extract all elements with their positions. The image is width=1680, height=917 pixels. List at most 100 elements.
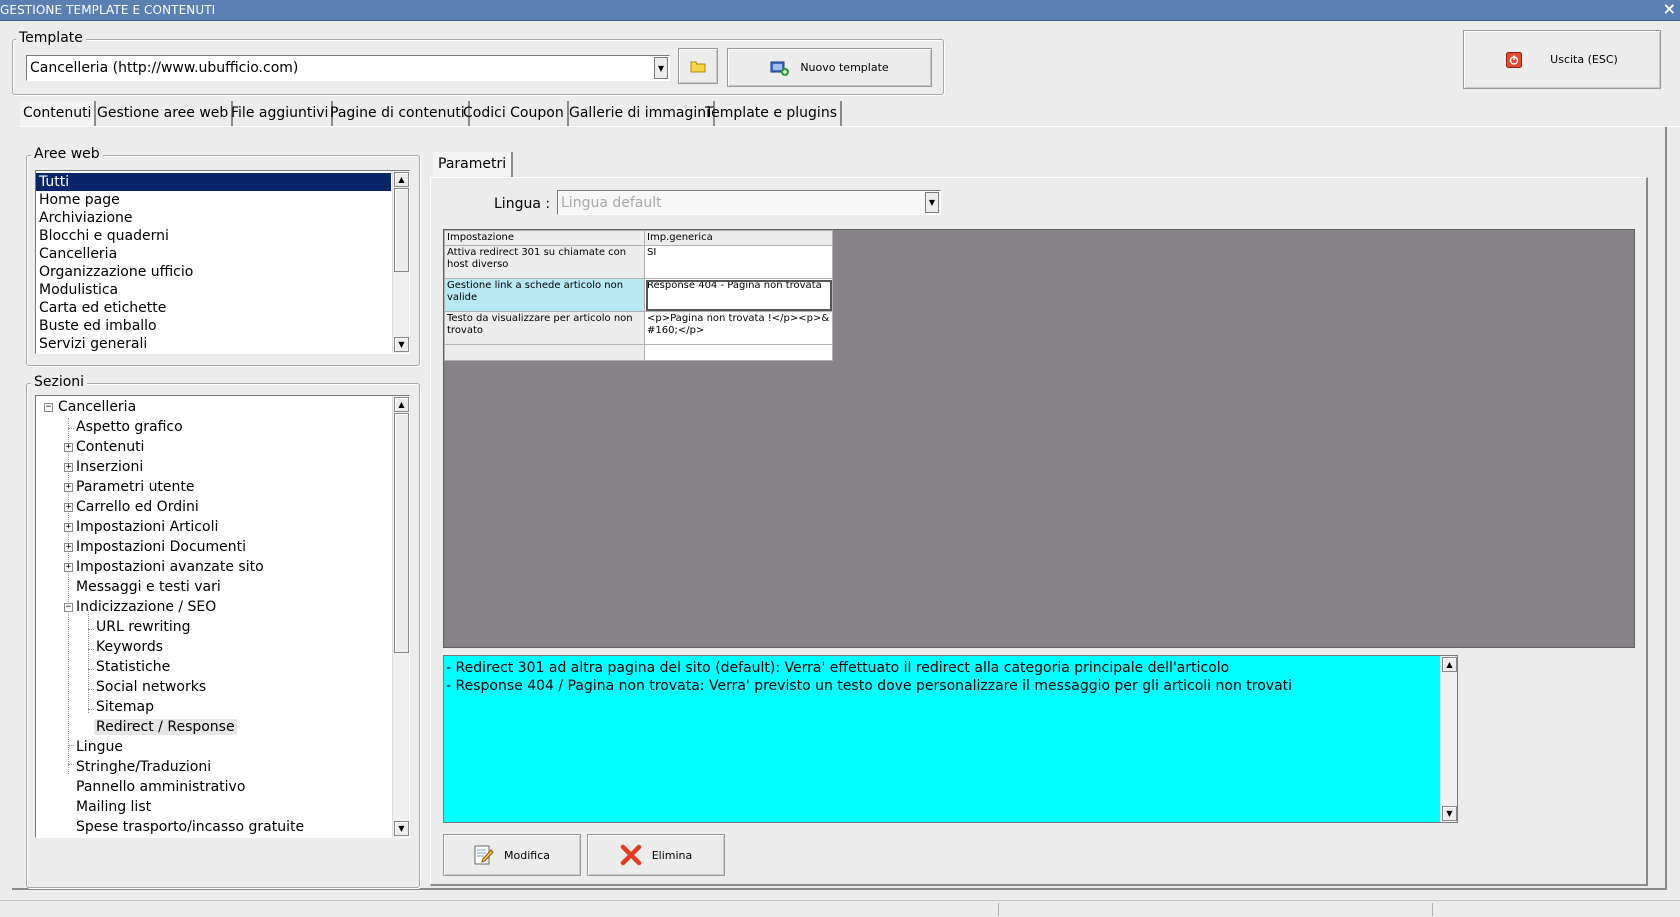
tab-template-e-plugins-label: Template e plugins	[705, 105, 837, 121]
list-item[interactable]: Servizi generali	[36, 335, 391, 353]
list-item[interactable]: Tutti	[36, 173, 391, 191]
list-item[interactable]: Blocchi e quaderni	[36, 227, 391, 245]
expand-icon[interactable]: +	[64, 523, 73, 532]
tab-pagine-di-contenuti[interactable]: Pagine di contenuti	[327, 101, 470, 126]
tree-node-selected[interactable]: Redirect / Response	[94, 718, 237, 737]
table-row[interactable]: Attiva redirect 301 su chiamate con host…	[444, 245, 833, 279]
expand-icon[interactable]: +	[64, 503, 73, 512]
tree-node[interactable]: Parametri utente	[74, 478, 197, 497]
lingua-combobox[interactable]: Lingua default ▼	[557, 190, 941, 215]
tree-node[interactable]: Impostazioni Documenti	[74, 538, 248, 557]
grid-value-cell[interactable]: SI	[644, 245, 833, 279]
tab-template-e-plugins[interactable]: Template e plugins	[702, 101, 842, 126]
tab-gestione-aree-web[interactable]: Gestione aree web	[94, 101, 234, 126]
tree-node[interactable]: Inserzioni	[74, 458, 145, 477]
scroll-up-icon[interactable]: ▲	[394, 397, 409, 412]
list-item[interactable]: Modulistica	[36, 281, 391, 299]
tree-node[interactable]: Stringhe/Traduzioni	[74, 758, 213, 777]
modifica-button[interactable]: Modifica	[443, 834, 581, 876]
aree-web-list[interactable]: Tutti Home page Archiviazione Blocchi e …	[35, 170, 410, 354]
grid-setting-cell	[444, 344, 645, 361]
table-row-empty[interactable]	[444, 344, 833, 361]
expand-icon[interactable]: +	[64, 563, 73, 572]
expand-icon[interactable]: +	[64, 443, 73, 452]
list-item[interactable]: Cancelleria	[36, 245, 391, 263]
tree-node-label: Parametri utente	[76, 479, 195, 495]
table-row[interactable]: Gestione link a schede articolo non vali…	[444, 278, 833, 312]
scroll-down-icon[interactable]: ▼	[394, 337, 409, 352]
list-item[interactable]: Archiviazione	[36, 209, 391, 227]
scroll-up-icon[interactable]: ▲	[394, 172, 409, 187]
new-template-icon	[770, 61, 790, 76]
tab-gallerie-di-immagini-label: Gallerie di immagini	[569, 105, 711, 121]
tree-node[interactable]: Statistiche	[94, 658, 172, 677]
description-scrollbar[interactable]: ▲ ▼	[1440, 656, 1457, 822]
collapse-icon[interactable]: −	[64, 603, 73, 612]
scroll-thumb[interactable]	[394, 188, 409, 272]
status-bar	[0, 900, 1680, 917]
scroll-thumb[interactable]	[394, 413, 409, 653]
tab-parametri[interactable]: Parametri	[433, 152, 514, 177]
lingua-label: Lingua :	[494, 196, 551, 212]
new-template-button[interactable]: Nuovo template	[727, 48, 932, 87]
tab-codici-coupon[interactable]: Codici Coupon	[460, 101, 569, 126]
tab-contenuti-label: Contenuti	[23, 105, 92, 121]
tree-node-label: Lingue	[76, 739, 123, 755]
tree-node[interactable]: Aspetto grafico	[74, 418, 185, 437]
sezioni-caption: Sezioni	[31, 374, 88, 390]
scroll-up-icon[interactable]: ▲	[1442, 657, 1457, 672]
scroll-down-icon[interactable]: ▼	[394, 821, 409, 836]
sezioni-tree[interactable]: − Cancelleria Aspetto grafico + Contenut…	[35, 395, 410, 838]
description-box[interactable]: - Redirect 301 ad altra pagina del sito …	[443, 655, 1458, 823]
grid-value-cell[interactable]: <p>Pagina non trovata !</p><p>&#160;</p>	[644, 311, 833, 345]
tree-node[interactable]: Carrello ed Ordini	[74, 498, 201, 517]
tab-gallerie-di-immagini[interactable]: Gallerie di immagini	[566, 101, 716, 126]
grid-value-cell[interactable]	[644, 344, 833, 361]
tree-node-root[interactable]: Cancelleria	[56, 398, 138, 417]
edit-icon	[474, 845, 494, 865]
tree-node[interactable]: Lingue	[74, 738, 125, 757]
list-item[interactable]: Carta ed etichette	[36, 299, 391, 317]
grid-value-cell-focused[interactable]: Response 404 - Pagina non trovata	[644, 278, 833, 312]
tree-node-label: Impostazioni avanzate sito	[76, 559, 264, 575]
tree-node-label: Statistiche	[96, 659, 171, 675]
tree-node[interactable]: Keywords	[94, 638, 165, 657]
elimina-button[interactable]: Elimina	[587, 834, 725, 876]
table-row[interactable]: Testo da visualizzare per articolo non t…	[444, 311, 833, 345]
expand-icon[interactable]: +	[64, 483, 73, 492]
list-item[interactable]: Organizzazione ufficio	[36, 263, 391, 281]
tree-node-label: Spese trasporto/incasso gratuite	[76, 819, 305, 835]
window-close-button[interactable]: ×	[1663, 0, 1676, 18]
tree-node[interactable]: Messaggi e testi vari	[74, 578, 223, 597]
scroll-down-icon[interactable]: ▼	[1442, 806, 1457, 821]
tree-node[interactable]: Impostazioni Articoli	[74, 518, 220, 537]
list-item[interactable]: Buste ed imballo	[36, 317, 391, 335]
tree-node[interactable]: Impostazioni avanzate sito	[74, 558, 266, 577]
tree-node[interactable]: URL rewriting	[94, 618, 193, 637]
exit-button[interactable]: Uscita (ESC)	[1463, 30, 1661, 89]
expand-icon[interactable]: +	[64, 463, 73, 472]
tab-contenuti[interactable]: Contenuti	[20, 101, 97, 126]
template-combobox[interactable]: Cancelleria (http://www.ubufficio.com) ▼	[26, 55, 670, 81]
template-group-caption: Template	[16, 30, 86, 46]
tree-node[interactable]: Mailing list	[74, 798, 153, 817]
list-item[interactable]: Home page	[36, 191, 391, 209]
tab-file-aggiuntivi[interactable]: File aggiuntivi	[228, 101, 334, 126]
tree-node[interactable]: Social networks	[94, 678, 208, 697]
tree-node[interactable]: Sitemap	[94, 698, 156, 717]
tree-node[interactable]: Pannello amministrativo	[74, 778, 247, 797]
tree-node[interactable]: Spese trasporto/incasso gratuite	[74, 818, 306, 837]
folder-icon	[690, 61, 706, 73]
chevron-down-icon[interactable]: ▼	[925, 192, 939, 213]
sezioni-scrollbar[interactable]: ▲ ▼	[392, 396, 409, 837]
tab-codici-coupon-label: Codici Coupon	[463, 105, 564, 121]
tree-node[interactable]: Contenuti	[74, 438, 146, 457]
aree-web-scrollbar[interactable]: ▲ ▼	[392, 171, 409, 353]
open-folder-button[interactable]	[678, 48, 718, 84]
settings-grid: Impostazione Imp.generica Attiva redirec…	[444, 230, 833, 361]
tree-node[interactable]: Indicizzazione / SEO	[74, 598, 218, 617]
expand-icon[interactable]: +	[64, 543, 73, 552]
collapse-icon[interactable]: −	[44, 403, 53, 412]
tab-file-aggiuntivi-label: File aggiuntivi	[231, 105, 329, 121]
chevron-down-icon[interactable]: ▼	[654, 57, 668, 79]
